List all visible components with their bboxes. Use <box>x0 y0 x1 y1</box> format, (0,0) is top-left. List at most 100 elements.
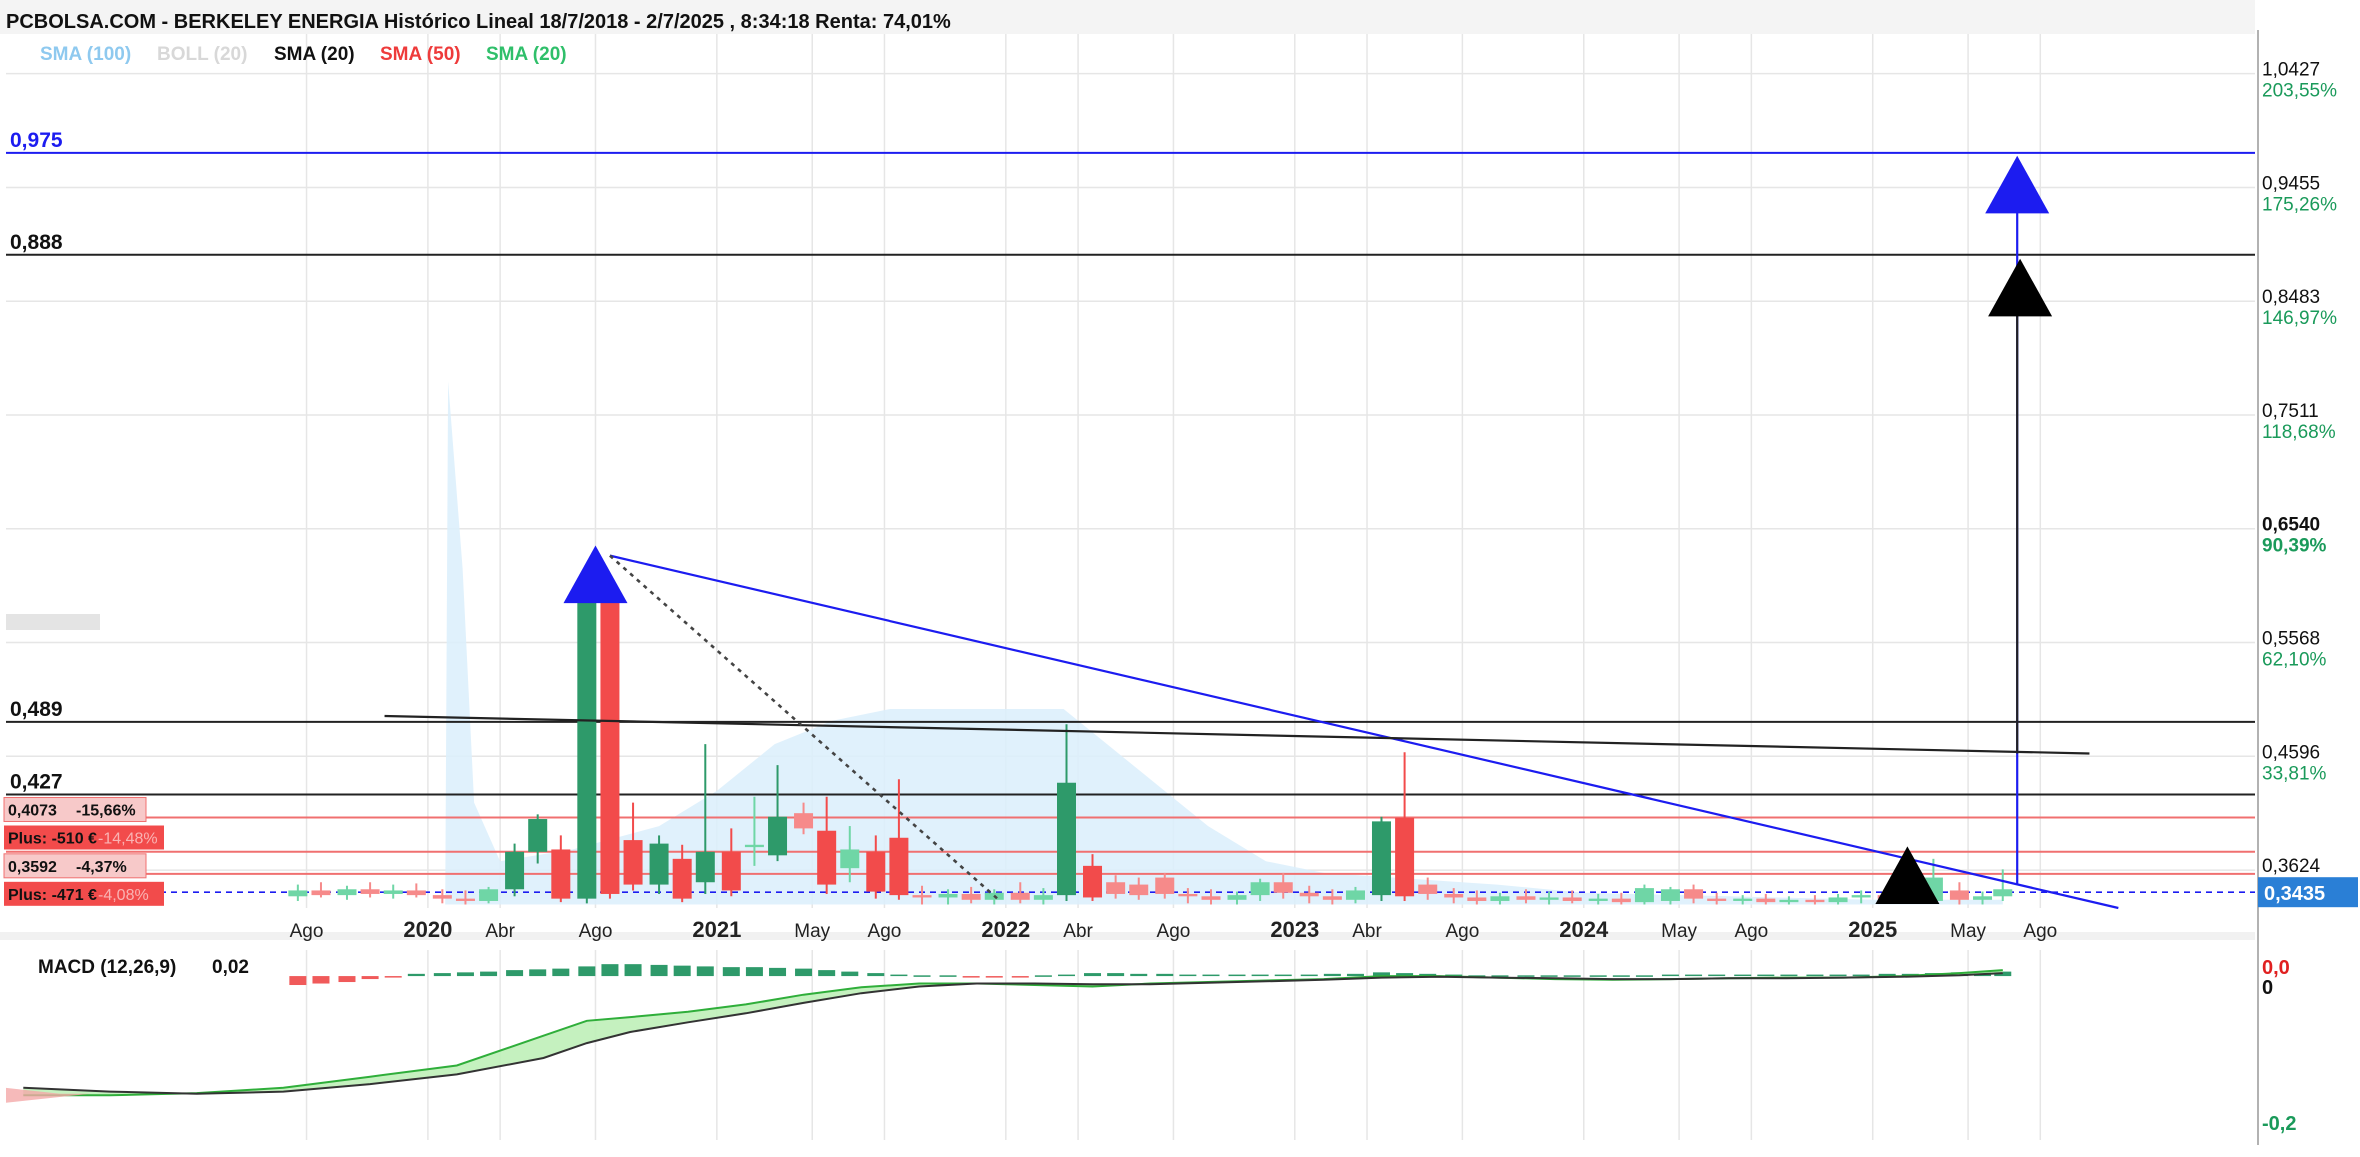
macd-histogram-bar <box>818 970 836 977</box>
candle-body <box>623 840 643 885</box>
level-label: 0,489 <box>10 698 63 721</box>
candle-body <box>551 849 571 899</box>
chart-title: PCBOLSA.COM - BERKELEY ENERGIA Histórico… <box>6 11 951 33</box>
candle-body <box>1490 896 1510 901</box>
candle-body <box>1993 889 2013 897</box>
macd-histogram-bar <box>1829 974 1847 977</box>
x-tick-label: 2022 <box>981 917 1030 942</box>
candle-body <box>1273 882 1293 893</box>
position-pnl: Plus: -471 € <box>8 887 97 904</box>
pct-tick-label: 62,10% <box>2262 649 2327 670</box>
candle-body <box>695 851 715 883</box>
macd-histogram-bar <box>1612 975 1630 977</box>
macd-histogram-bar <box>1517 975 1535 977</box>
macd-histogram-bar <box>769 967 787 977</box>
legend-item: SMA (100) <box>40 44 131 65</box>
candle-body <box>311 890 331 896</box>
candle-body <box>672 858 692 899</box>
macd-histogram-bar <box>985 976 1003 978</box>
pct-tick-label: 146,97% <box>2262 308 2337 329</box>
candle-body <box>912 895 932 898</box>
candle-body <box>1684 889 1704 899</box>
x-tick-label: Ago <box>1445 921 1479 942</box>
level-label: 0,975 <box>10 129 63 152</box>
candle-body <box>1371 821 1391 896</box>
candle-body <box>840 849 860 869</box>
macd-histogram-bar <box>1346 973 1364 977</box>
candle-body <box>1444 893 1464 898</box>
candle-body <box>1395 817 1415 897</box>
x-tick-label: Ago <box>2023 921 2057 942</box>
pct-tick-label: 90,39% <box>2262 536 2327 557</box>
candle-body <box>1756 898 1776 903</box>
candle-body <box>406 890 426 896</box>
candle-body <box>794 813 814 829</box>
chart-canvas: 1,0427203,55% 0,9455175,26% 0,8483146,97% 0… <box>0 0 2360 1152</box>
macd-histogram-bar <box>1685 974 1703 977</box>
price-tick-label: 0,6540 <box>2262 515 2320 536</box>
x-tick-label: Ago <box>579 921 613 942</box>
candle-body <box>577 601 597 899</box>
x-tick-label: Ago <box>290 921 324 942</box>
macd-histogram-bar <box>1300 974 1318 977</box>
candle-body <box>1611 898 1631 903</box>
macd-histogram-bar <box>552 968 570 977</box>
candle-body <box>1707 898 1727 901</box>
macd-histogram-bar <box>1757 974 1775 977</box>
price-tick-label: 0,5568 <box>2262 628 2320 649</box>
position-faded-pct: -14,48% <box>98 831 158 848</box>
candle-body <box>1851 895 1871 898</box>
candle-body <box>649 843 669 885</box>
candle-body <box>768 816 788 856</box>
candle-body <box>600 589 620 894</box>
candle-body <box>432 895 452 899</box>
pct-tick-label: 203,55% <box>2262 81 2337 102</box>
last-price-label: 0,3435 <box>2264 883 2325 905</box>
macd-histogram-bar <box>841 971 859 977</box>
macd-histogram-bar <box>673 965 691 977</box>
position-pct: -4,37% <box>76 859 127 876</box>
chart-root: 1,0427 203,55% 0,9455 175,26% 0,8483 146,97% 0… <box>0 0 2360 1152</box>
candle-body <box>1155 877 1175 894</box>
candle-body <box>1805 899 1825 903</box>
level-label: 0,427 <box>10 770 63 793</box>
macd-histogram-bar <box>289 976 307 986</box>
price-tick-label: 0,7511 <box>2262 401 2319 422</box>
position-price: 0,3592 <box>8 859 57 876</box>
candle-body <box>1178 893 1198 897</box>
macd-histogram-bar <box>867 973 885 977</box>
macd-histogram-bar <box>407 973 425 977</box>
macd-histogram-bar <box>578 966 596 977</box>
candle-body <box>866 851 886 892</box>
macd-histogram-bar <box>338 976 356 983</box>
position-faded-pct: -4,08% <box>98 887 149 904</box>
candle-body <box>1973 896 1993 900</box>
macd-histogram-bar <box>1852 974 1870 977</box>
candle-body <box>938 893 958 898</box>
candle-body <box>455 898 475 901</box>
x-tick-label: 2020 <box>403 917 452 942</box>
macd-histogram-bar <box>1084 973 1102 977</box>
x-tick-label: Ago <box>1157 921 1191 942</box>
candle-body <box>817 830 837 885</box>
level-label: 0,888 <box>10 231 63 254</box>
position-pnl: Plus: -510 € <box>8 831 97 848</box>
x-tick-label: 2025 <box>1848 917 1897 942</box>
macd-histogram-bar <box>890 974 908 977</box>
macd-histogram-bar <box>650 964 668 977</box>
candle-body <box>1634 888 1654 903</box>
macd-histogram-bar <box>1274 974 1292 977</box>
candle-body <box>1033 895 1053 900</box>
macd-value-label: 0,02 <box>212 957 249 978</box>
macd-histogram-bar <box>624 964 642 977</box>
macd-histogram-bar <box>384 976 402 978</box>
legend-item: SMA (50) <box>380 44 461 65</box>
candle-body <box>1828 897 1848 903</box>
candle-body <box>1660 889 1680 901</box>
macd-histogram-bar <box>745 967 763 977</box>
macd-histogram-bar <box>939 975 957 977</box>
price-tick-label: 0,4596 <box>2262 742 2320 763</box>
macd-histogram-bar <box>1011 976 1029 978</box>
candle-body <box>1250 882 1270 896</box>
macd-histogram-bar <box>1806 974 1824 977</box>
